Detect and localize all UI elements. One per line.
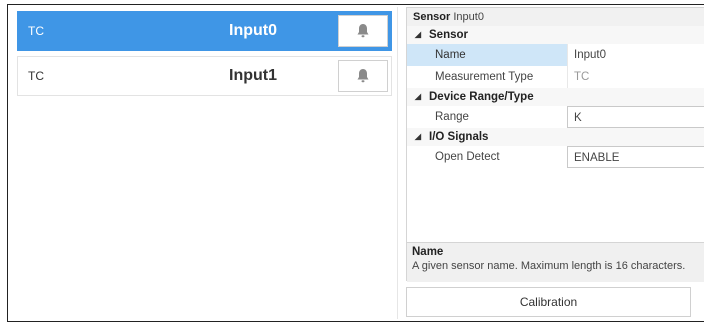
sensor-list: TC Input0 TC Input1 — [11, 7, 398, 319]
property-grid-header: Sensor Input0 — [407, 8, 704, 26]
sensor-type: TC — [28, 24, 44, 38]
bell-icon — [357, 24, 369, 38]
collapse-triangle-icon[interactable]: ◢ — [407, 26, 429, 44]
property-range[interactable]: Range K — [407, 106, 704, 128]
alarm-button[interactable] — [338, 60, 388, 92]
property-label: Name — [407, 44, 567, 66]
alarm-button[interactable] — [338, 15, 388, 47]
sensor-row-input0[interactable]: TC Input0 — [17, 11, 392, 51]
header-label: Sensor — [413, 11, 451, 23]
collapse-triangle-icon[interactable]: ◢ — [407, 88, 429, 106]
bell-icon — [357, 69, 369, 83]
sensor-name: Input1 — [229, 67, 277, 84]
description-title: Name — [412, 246, 444, 258]
category-label: Sensor — [429, 29, 468, 41]
sensor-config-panel: TC Input0 TC Input1 Sensor Input0 ◢ Sens… — [7, 4, 704, 322]
range-select[interactable]: K — [567, 106, 704, 128]
category-label: Device Range/Type — [429, 91, 534, 103]
sensor-type: TC — [28, 69, 44, 83]
category-device-range[interactable]: ◢ Device Range/Type — [407, 88, 704, 106]
open-detect-select[interactable]: ENABLE — [567, 146, 704, 168]
property-label: Range — [435, 111, 469, 123]
property-grid: Sensor Input0 ◢ Sensor Name Input0 Measu… — [406, 7, 704, 282]
property-name[interactable]: Name Input0 — [407, 44, 704, 66]
collapse-triangle-icon[interactable]: ◢ — [407, 128, 429, 146]
category-label: I/O Signals — [429, 131, 489, 143]
name-value-field[interactable]: Input0 — [567, 44, 704, 66]
header-value: Input0 — [453, 11, 484, 23]
sensor-name: Input0 — [229, 22, 277, 39]
property-measurement-type: Measurement Type TC — [407, 66, 704, 88]
calibration-button[interactable]: Calibration — [406, 287, 691, 317]
property-open-detect[interactable]: Open Detect ENABLE — [407, 146, 704, 168]
property-label: Measurement Type — [435, 71, 534, 83]
category-io-signals[interactable]: ◢ I/O Signals — [407, 128, 704, 146]
measurement-type-value: TC — [567, 66, 704, 88]
category-sensor[interactable]: ◢ Sensor — [407, 26, 704, 44]
description-text: A given sensor name. Maximum length is 1… — [412, 260, 686, 272]
sensor-row-input1[interactable]: TC Input1 — [17, 56, 392, 96]
property-description: Name A given sensor name. Maximum length… — [407, 242, 704, 282]
property-label: Open Detect — [435, 151, 500, 163]
